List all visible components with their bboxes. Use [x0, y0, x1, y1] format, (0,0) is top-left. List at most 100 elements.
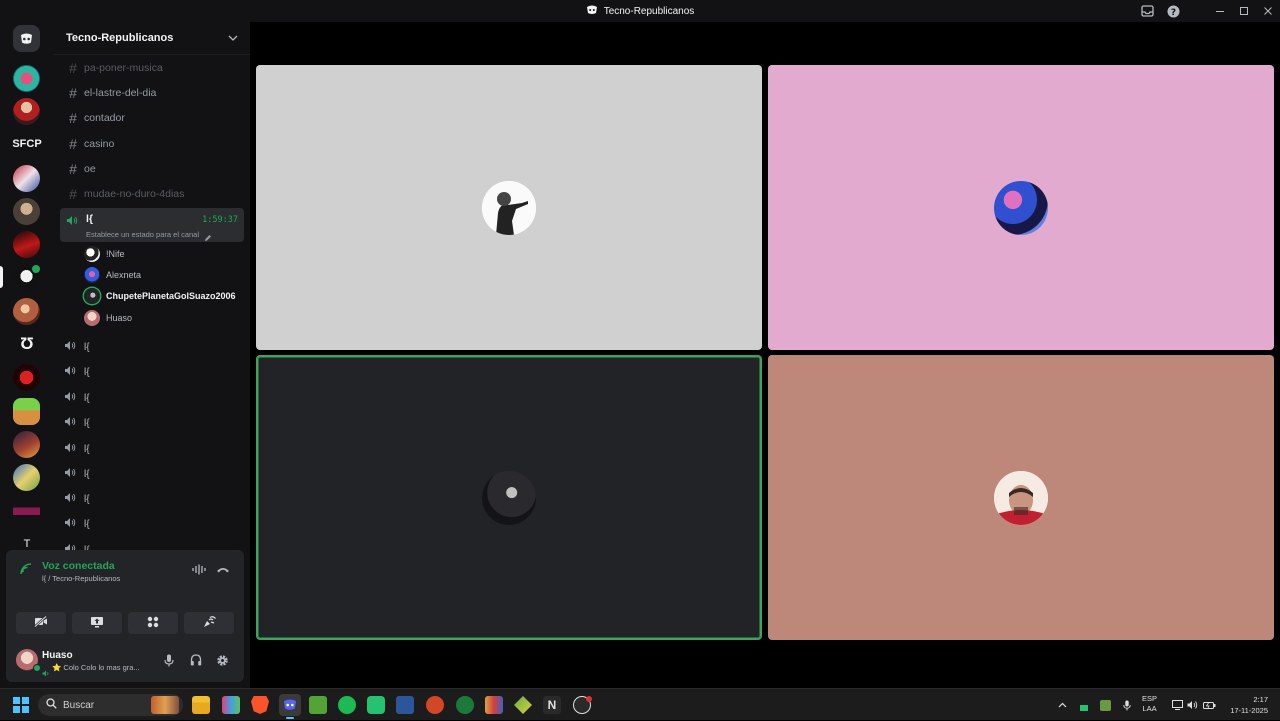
voice-channel[interactable]: l{	[64, 388, 90, 408]
participant-tile[interactable]	[256, 65, 762, 350]
volume-icon[interactable]	[1187, 689, 1198, 721]
speaker-icon	[64, 391, 76, 405]
channel-casino[interactable]: # casino	[62, 133, 244, 155]
battery-icon[interactable]	[1203, 689, 1216, 721]
voice-channel[interactable]: l{	[64, 362, 90, 382]
active-voice-channel[interactable]: l{ 1:59:37 Establece un estado para el c…	[60, 208, 244, 242]
system-clock[interactable]: 2:17 17-11-2025	[1230, 694, 1268, 716]
app-icon[interactable]	[222, 696, 240, 714]
speaker-icon	[64, 340, 76, 354]
server-icon[interactable]	[13, 398, 40, 425]
voice-channel[interactable]: l{	[64, 514, 90, 534]
discord-taskbar-icon[interactable]	[279, 694, 301, 716]
server-icon-t[interactable]: T	[6, 538, 48, 550]
tray-app-icon[interactable]	[1080, 689, 1088, 721]
discord-home-icon[interactable]	[13, 25, 40, 52]
camera-off-button[interactable]	[16, 612, 66, 634]
server-icon[interactable]	[13, 198, 40, 225]
spotify-icon[interactable]	[338, 696, 356, 714]
voice-member[interactable]: Huaso	[84, 308, 132, 328]
speaker-icon	[64, 517, 76, 531]
powerpoint-icon[interactable]	[426, 696, 444, 714]
windows-start-button[interactable]	[13, 697, 29, 713]
voice-channel[interactable]: l{	[64, 464, 90, 484]
app-icon[interactable]	[367, 696, 385, 714]
voice-channel[interactable]: l{	[64, 489, 90, 509]
word-icon[interactable]	[396, 696, 414, 714]
hash-icon: #	[69, 186, 77, 202]
input-language[interactable]: ESP LAA	[1142, 694, 1157, 714]
participant-avatar	[994, 470, 1048, 525]
channel-contador[interactable]: # contador	[62, 107, 244, 129]
avatar	[84, 246, 100, 262]
voice-connected-label[interactable]: Voz conectada	[42, 560, 115, 572]
server-icon[interactable]	[13, 65, 40, 92]
guild-header[interactable]: Tecno-Republicanos	[54, 22, 250, 55]
voice-member[interactable]: Alexneta	[84, 265, 141, 285]
activities-button[interactable]	[128, 612, 178, 634]
server-icon[interactable]	[13, 364, 40, 391]
voice-channel[interactable]: l{	[64, 337, 90, 357]
soundboard-button[interactable]	[184, 612, 234, 634]
separator	[1186, 0, 1208, 22]
taskbar-search[interactable]: Buscar	[38, 694, 183, 716]
app-icon[interactable]	[514, 696, 532, 714]
server-icon[interactable]	[13, 298, 40, 325]
voice-channel[interactable]: l{	[64, 413, 90, 433]
gear-icon[interactable]	[216, 654, 229, 670]
noise-suppression-icon[interactable]	[192, 564, 206, 578]
microphone-icon[interactable]	[164, 654, 174, 670]
voice-channel[interactable]: l{	[64, 439, 90, 459]
speaker-icon	[64, 467, 76, 481]
server-icon[interactable]	[13, 165, 40, 192]
server-icon[interactable]	[13, 98, 40, 125]
avatar	[84, 267, 100, 283]
custom-status[interactable]: ⭐ Colo Colo lo mas gra...	[52, 663, 140, 672]
participant-tile[interactable]	[768, 355, 1274, 640]
minecraft-icon[interactable]	[309, 696, 327, 714]
username[interactable]: Huaso	[42, 650, 73, 661]
participant-tile-speaking[interactable]	[256, 355, 762, 640]
discord-logo-icon	[586, 5, 598, 18]
search-icon	[46, 698, 57, 712]
app-icon[interactable]	[485, 696, 503, 714]
close-button[interactable]	[1256, 0, 1280, 22]
brave-browser-icon[interactable]	[251, 696, 269, 714]
file-explorer-icon[interactable]	[192, 696, 210, 714]
server-icon[interactable]	[13, 431, 40, 458]
inbox-icon[interactable]	[1134, 0, 1160, 22]
connection-signal-icon[interactable]	[20, 562, 32, 580]
maximize-button[interactable]	[1232, 0, 1256, 22]
voice-connected-subtitle[interactable]: l{ / Tecno-Republicanos	[42, 574, 120, 583]
server-icon[interactable]	[13, 498, 40, 525]
notion-icon[interactable]: N	[543, 696, 561, 714]
microphone-tray-icon[interactable]	[1123, 689, 1131, 721]
server-icon[interactable]	[13, 231, 40, 258]
channel-status-text[interactable]: Establece un estado para el canal	[86, 230, 199, 239]
active-server-indicator	[0, 266, 3, 288]
speaker-icon	[64, 492, 76, 506]
channel-oe[interactable]: # oe	[62, 158, 244, 180]
xbox-icon[interactable]	[456, 696, 474, 714]
tray-overflow-chevron-icon[interactable]	[1058, 689, 1067, 721]
hash-icon: #	[69, 161, 77, 177]
channel-el-lastre-del-dia[interactable]: # el-lastre-del-dia	[62, 82, 244, 104]
screen-share-button[interactable]	[72, 612, 122, 634]
voice-member[interactable]: ChupetePlanetaGolSuazo2006	[84, 286, 236, 306]
headphones-icon[interactable]	[190, 654, 202, 669]
voice-member[interactable]: !Nife	[84, 244, 125, 264]
server-icon[interactable]	[13, 464, 40, 491]
server-icon-u[interactable]: Ʊ	[6, 334, 48, 354]
minimize-button[interactable]	[1208, 0, 1232, 22]
tray-app-icon[interactable]	[1100, 689, 1111, 721]
network-icon[interactable]	[1172, 689, 1183, 721]
channel-pa-poner-musica[interactable]: # pa-poner-musica	[62, 57, 244, 79]
pencil-icon[interactable]	[204, 229, 212, 247]
server-icon-sfcp[interactable]: SFCP	[6, 138, 48, 150]
channel-mudae-no-duro-4dias[interactable]: # mudae-no-duro-4dias	[62, 183, 244, 205]
disconnect-icon[interactable]	[216, 564, 230, 578]
help-icon[interactable]: ?	[1160, 0, 1186, 22]
voice-user-panel: Voz conectada l{ / Tecno-Republicanos Hu…	[6, 550, 244, 682]
participant-tile[interactable]	[768, 65, 1274, 350]
notification-dot	[586, 696, 592, 702]
